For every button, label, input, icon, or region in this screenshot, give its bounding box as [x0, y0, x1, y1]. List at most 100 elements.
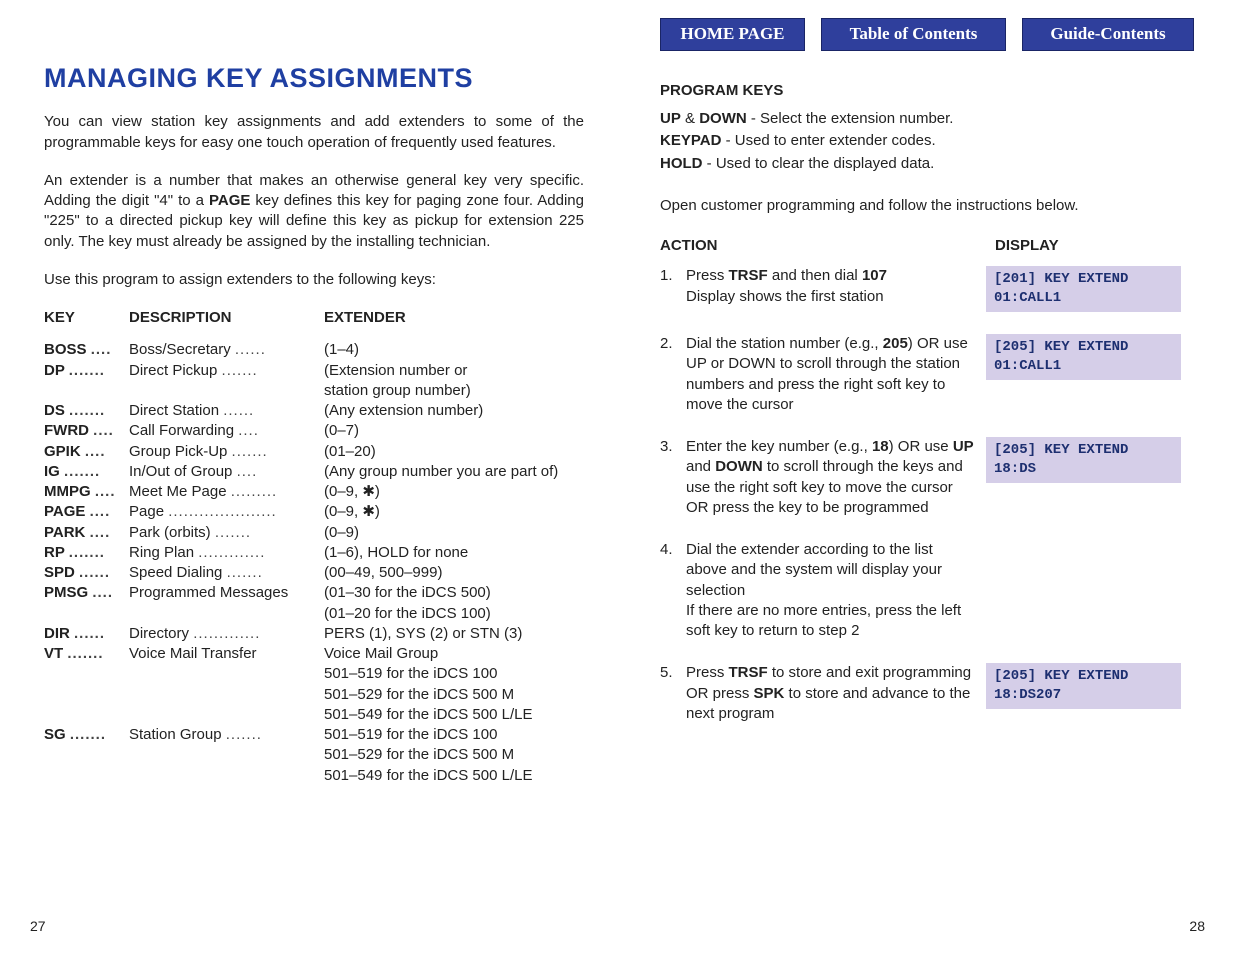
- step-number: 4.: [660, 540, 686, 641]
- ext-cell: (1–4): [324, 340, 584, 360]
- desc-cell: Park (orbits) .......: [129, 523, 324, 543]
- key-cell: [44, 745, 129, 765]
- program-keys-list: UP & DOWN - Select the extension number.…: [660, 109, 1200, 174]
- key-cell: [44, 685, 129, 705]
- display-box: [205] KEY EXTEND 01:CALL1: [986, 334, 1181, 380]
- display-box: [205] KEY EXTEND 18:DS: [986, 437, 1181, 483]
- action-head: ACTION: [660, 236, 995, 256]
- key-cell: [44, 766, 129, 786]
- action-display-header: ACTION DISPLAY: [660, 236, 1200, 256]
- step-row: 4.Dial the extender according to the lis…: [660, 540, 1200, 641]
- table-row: PARK ....Park (orbits) .......(0–9): [44, 523, 584, 543]
- ext-cell: 501–549 for the iDCS 500 L/LE: [324, 705, 584, 725]
- open-programming-line: Open customer programming and follow the…: [660, 196, 1200, 216]
- desc-cell: [129, 685, 324, 705]
- ext-cell: 501–519 for the iDCS 100: [324, 664, 584, 684]
- key-cell: DP .......: [44, 361, 129, 381]
- page-title: MANAGING KEY ASSIGNMENTS: [44, 60, 584, 96]
- key-cell: BOSS ....: [44, 340, 129, 360]
- ext-cell: (0–9, ✱): [324, 502, 584, 522]
- desc-cell: Directory .............: [129, 624, 324, 644]
- table-row: 501–529 for the iDCS 500 M: [44, 745, 584, 765]
- step-number: 2.: [660, 334, 686, 415]
- display-head: DISPLAY: [995, 236, 1200, 256]
- nav-home-button[interactable]: HOME PAGE: [660, 18, 805, 51]
- table-row: VT .......Voice Mail Transfer Voice Mail…: [44, 644, 584, 664]
- nav-guide-button[interactable]: Guide-Contents: [1022, 18, 1194, 51]
- table-row: SG .......Station Group .......501–519 f…: [44, 725, 584, 745]
- intro-paragraph-3: Use this program to assign extenders to …: [44, 270, 584, 290]
- table-row: IG .......In/Out of Group ....(Any group…: [44, 462, 584, 482]
- key-cell: PMSG ....: [44, 583, 129, 603]
- table-row: GPIK ....Group Pick-Up .......(01–20): [44, 442, 584, 462]
- ext-cell: (0–9, ✱): [324, 482, 584, 502]
- ext-cell: 501–519 for the iDCS 100: [324, 725, 584, 745]
- step-number: 3.: [660, 437, 686, 518]
- table-row: DP .......Direct Pickup .......(Extensio…: [44, 361, 584, 381]
- desc-cell: Direct Pickup .......: [129, 361, 324, 381]
- key-cell: GPIK ....: [44, 442, 129, 462]
- desc-cell: [129, 745, 324, 765]
- ext-cell: (Any extension number): [324, 401, 584, 421]
- step-row: 1.Press TRSF and then dial 107Display sh…: [660, 266, 1200, 312]
- nav-toc-button[interactable]: Table of Contents: [821, 18, 1006, 51]
- ext-cell: 501–549 for the iDCS 500 L/LE: [324, 766, 584, 786]
- program-key-line: HOLD - Used to clear the displayed data.: [660, 154, 1200, 174]
- page-number-left: 27: [30, 917, 46, 936]
- key-cell: [44, 604, 129, 624]
- table-row: 501–519 for the iDCS 100: [44, 664, 584, 684]
- desc-cell: Station Group .......: [129, 725, 324, 745]
- table-row: SPD ......Speed Dialing .......(00–49, 5…: [44, 563, 584, 583]
- desc-cell: Boss/Secretary ......: [129, 340, 324, 360]
- table-row: PAGE ....Page .....................(0–9,…: [44, 502, 584, 522]
- step-row: 5.Press TRSF to store and exit programmi…: [660, 663, 1200, 724]
- key-cell: FWRD ....: [44, 421, 129, 441]
- desc-cell: [129, 604, 324, 624]
- intro-paragraph-1: You can view station key assignments and…: [44, 112, 584, 153]
- col-ext: EXTENDER: [324, 308, 584, 328]
- step-row: 2.Dial the station number (e.g., 205) OR…: [660, 334, 1200, 415]
- step-text: Press TRSF and then dial 107Display show…: [686, 266, 986, 312]
- table-row: (01–20 for the iDCS 100): [44, 604, 584, 624]
- steps-list: 1.Press TRSF and then dial 107Display sh…: [660, 266, 1200, 724]
- step-number: 1.: [660, 266, 686, 312]
- key-cell: DIR ......: [44, 624, 129, 644]
- table-row: BOSS ....Boss/Secretary ......(1–4): [44, 340, 584, 360]
- desc-cell: [129, 381, 324, 401]
- table-row: station group number): [44, 381, 584, 401]
- ext-cell: (Any group number you are part of): [324, 462, 584, 482]
- table-row: 501–549 for the iDCS 500 L/LE: [44, 766, 584, 786]
- ext-cell: 501–529 for the iDCS 500 M: [324, 745, 584, 765]
- key-cell: MMPG ....: [44, 482, 129, 502]
- key-cell: [44, 664, 129, 684]
- step-number: 5.: [660, 663, 686, 724]
- ext-cell: (01–20): [324, 442, 584, 462]
- page-number-right: 28: [1189, 917, 1205, 936]
- desc-cell: [129, 705, 324, 725]
- desc-cell: [129, 664, 324, 684]
- key-cell: VT .......: [44, 644, 129, 664]
- desc-cell: Speed Dialing .......: [129, 563, 324, 583]
- display-box: [205] KEY EXTEND 18:DS207: [986, 663, 1181, 709]
- desc-cell: Call Forwarding ....: [129, 421, 324, 441]
- key-cell: IG .......: [44, 462, 129, 482]
- step-text: Enter the key number (e.g., 18) OR use U…: [686, 437, 986, 518]
- table-row: FWRD ....Call Forwarding ....(0–7): [44, 421, 584, 441]
- table-row: 501–529 for the iDCS 500 M: [44, 685, 584, 705]
- step-text: Press TRSF to store and exit programming…: [686, 663, 986, 724]
- col-key: KEY: [44, 308, 129, 328]
- key-cell: SG .......: [44, 725, 129, 745]
- step-row: 3.Enter the key number (e.g., 18) OR use…: [660, 437, 1200, 518]
- ext-cell: (0–9): [324, 523, 584, 543]
- table-row: 501–549 for the iDCS 500 L/LE: [44, 705, 584, 725]
- ext-cell: Voice Mail Group: [324, 644, 584, 664]
- table-row: DIR ......Directory .............PERS (1…: [44, 624, 584, 644]
- ext-cell: (0–7): [324, 421, 584, 441]
- p2-b: PAGE: [209, 192, 250, 209]
- nav-bar: HOME PAGE Table of Contents Guide-Conten…: [660, 18, 1200, 51]
- key-table-body: BOSS ....Boss/Secretary ......(1–4)DP ..…: [44, 340, 584, 786]
- right-page: HOME PAGE Table of Contents Guide-Conten…: [660, 18, 1200, 786]
- table-row: DS .......Direct Station ......(Any exte…: [44, 401, 584, 421]
- table-row: PMSG ....Programmed Messages (01–30 for …: [44, 583, 584, 603]
- table-row: RP .......Ring Plan .............(1–6), …: [44, 543, 584, 563]
